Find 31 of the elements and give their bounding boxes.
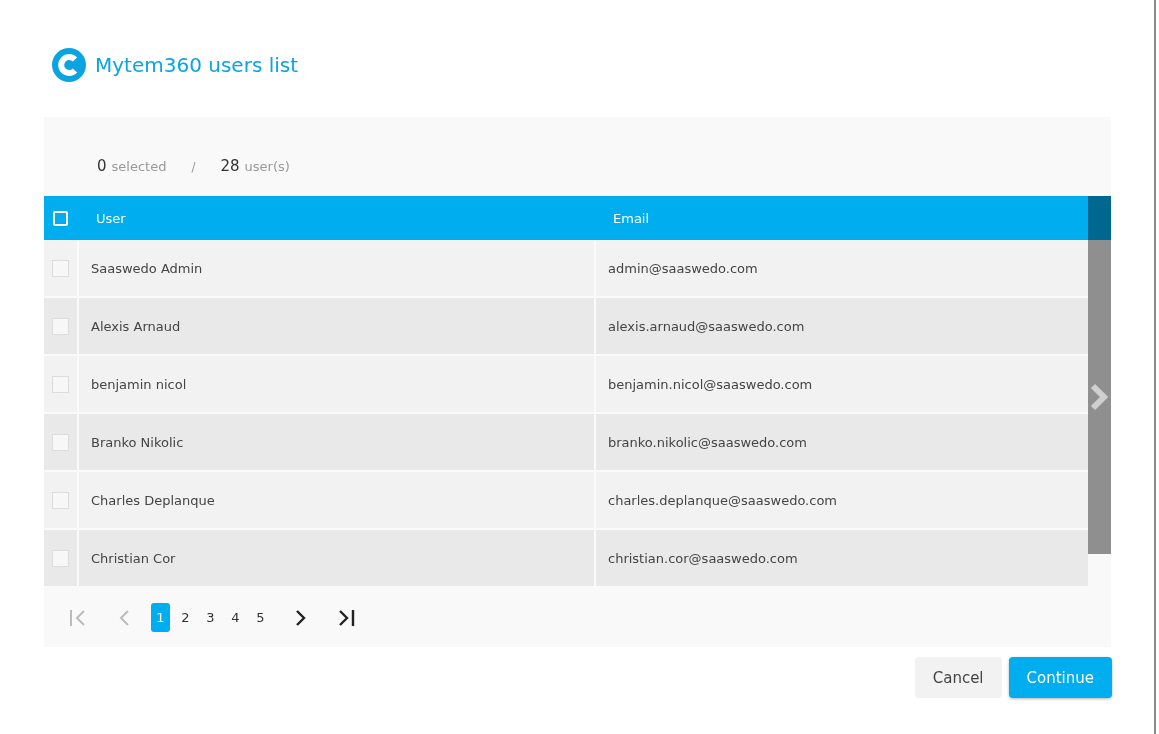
row-checkbox[interactable] — [52, 549, 69, 567]
scroll-panel-header — [1088, 196, 1111, 240]
row-checkbox[interactable] — [52, 433, 69, 451]
scroll-right-button[interactable] — [1088, 240, 1111, 554]
select-all-checkbox[interactable] — [53, 210, 68, 226]
selected-label: selected — [111, 159, 167, 174]
column-header: User — [95, 210, 127, 226]
separator: / — [191, 160, 196, 174]
table-cell: Christian Cor — [77, 530, 594, 586]
table-cell: benjamin nicol — [77, 356, 594, 412]
page-link[interactable]: 4 — [226, 603, 245, 632]
row-checkbox[interactable] — [52, 491, 69, 509]
dialog-title: Mytem360 users list — [95, 53, 299, 77]
chevron-right-icon — [1089, 382, 1111, 412]
row-checkbox[interactable] — [52, 317, 69, 335]
logo-icon — [52, 48, 86, 82]
column-header: Email — [612, 210, 650, 226]
total-count: 28 — [220, 157, 240, 175]
row-checkbox[interactable] — [52, 259, 69, 277]
page-link[interactable]: 5 — [251, 603, 270, 632]
page-link[interactable]: 2 — [176, 603, 195, 632]
cancel-button[interactable]: Cancel — [914, 657, 1002, 698]
page-link[interactable]: 3 — [201, 603, 220, 632]
table-cell: Saaswedo Admin — [77, 240, 594, 296]
table-cell: Alexis Arnaud — [77, 298, 594, 354]
selected-count: 0 — [97, 157, 107, 175]
row-checkbox[interactable] — [52, 375, 69, 393]
total-label: user(s) — [244, 159, 290, 174]
table-cell: Branko Nikolic — [77, 414, 594, 470]
last-page-icon[interactable] — [336, 608, 356, 627]
table-cell: Charles Deplanque — [77, 472, 594, 528]
